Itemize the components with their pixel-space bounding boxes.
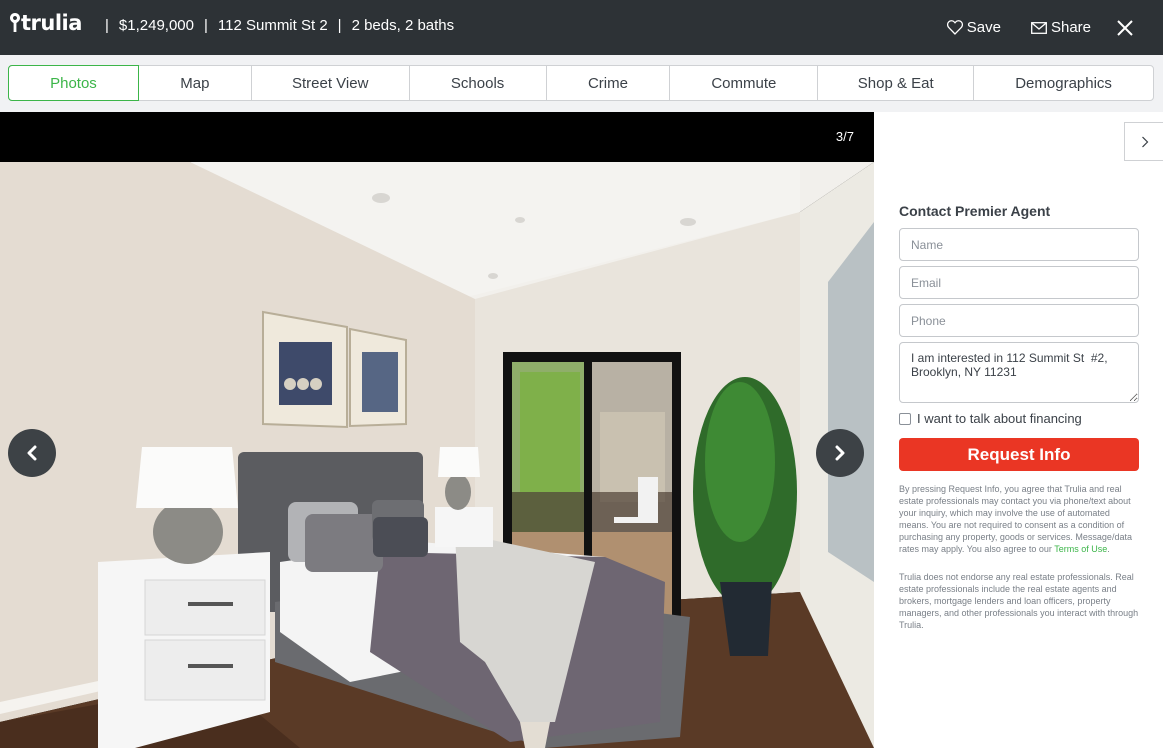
close-icon <box>1117 19 1133 36</box>
separator: | <box>337 17 342 34</box>
name-field[interactable] <box>899 228 1139 261</box>
financing-label: I want to talk about financing <box>917 411 1082 426</box>
tab-street-view[interactable]: Street View <box>252 66 410 100</box>
collapse-panel-button[interactable] <box>1124 122 1163 161</box>
listing-summary: | $1,249,000 | 112 Summit St 2 | 2 beds,… <box>95 17 454 34</box>
consent-end: . <box>1107 544 1110 554</box>
trulia-logo[interactable]: trulia <box>10 11 82 35</box>
share-button[interactable]: Share <box>1031 19 1091 36</box>
consent-text: By pressing Request Info, you agree that… <box>899 483 1141 555</box>
listing-beds-baths: 2 beds, 2 baths <box>351 17 455 34</box>
envelope-icon <box>1031 21 1047 34</box>
save-label: Save <box>966 19 1001 36</box>
tab-schools[interactable]: Schools <box>410 66 547 100</box>
terms-of-use-link[interactable]: Terms of Use <box>1054 544 1107 554</box>
tab-commute[interactable]: Commute <box>670 66 819 100</box>
top-header: trulia | $1,249,000 | 112 Summit St 2 | … <box>0 0 1163 55</box>
photo-gallery: 3/7 <box>0 112 874 748</box>
request-info-button[interactable]: Request Info <box>899 438 1139 471</box>
chevron-right-icon <box>1141 136 1148 147</box>
email-field[interactable] <box>899 266 1139 299</box>
chevron-right-icon <box>835 445 845 461</box>
tab-photos[interactable]: Photos <box>8 65 139 101</box>
tab-shop-eat[interactable]: Shop & Eat <box>818 66 975 100</box>
financing-checkbox[interactable] <box>899 412 911 425</box>
save-button[interactable]: Save <box>946 19 1001 36</box>
disclaimer-text: Trulia does not endorse any real estate … <box>899 572 1139 630</box>
tabs: Photos Map Street View Schools Crime Com… <box>8 65 1154 101</box>
listing-address: 112 Summit St 2 <box>217 17 328 34</box>
previous-photo-button[interactable] <box>8 429 56 477</box>
message-field[interactable]: I am interested in 112 Summit St #2, Bro… <box>899 342 1139 403</box>
share-label: Share <box>1050 19 1091 36</box>
photo-counter: 3/7 <box>835 129 854 144</box>
separator: | <box>105 17 109 34</box>
listing-price: $1,249,000 <box>118 17 194 34</box>
next-photo-button[interactable] <box>816 429 864 477</box>
bedroom-photo-illustration <box>0 162 874 748</box>
tab-bar: Photos Map Street View Schools Crime Com… <box>0 55 1163 112</box>
tab-demographics[interactable]: Demographics <box>974 66 1153 100</box>
map-pin-icon <box>10 13 20 32</box>
listing-photo[interactable] <box>0 162 874 748</box>
tab-crime[interactable]: Crime <box>547 66 671 100</box>
tab-map[interactable]: Map <box>139 66 252 100</box>
logo-text: trulia <box>21 11 82 35</box>
close-button[interactable] <box>1117 19 1137 36</box>
form-title: Contact Premier Agent <box>899 203 1051 219</box>
contact-panel: Contact Premier Agent I am interested in… <box>874 112 1163 748</box>
heart-icon <box>946 20 963 35</box>
header-actions: Save Share <box>946 0 1163 55</box>
phone-field[interactable] <box>899 304 1139 337</box>
separator: | <box>203 17 208 34</box>
chevron-left-icon <box>27 445 37 461</box>
financing-option[interactable]: I want to talk about financing <box>899 411 1082 426</box>
